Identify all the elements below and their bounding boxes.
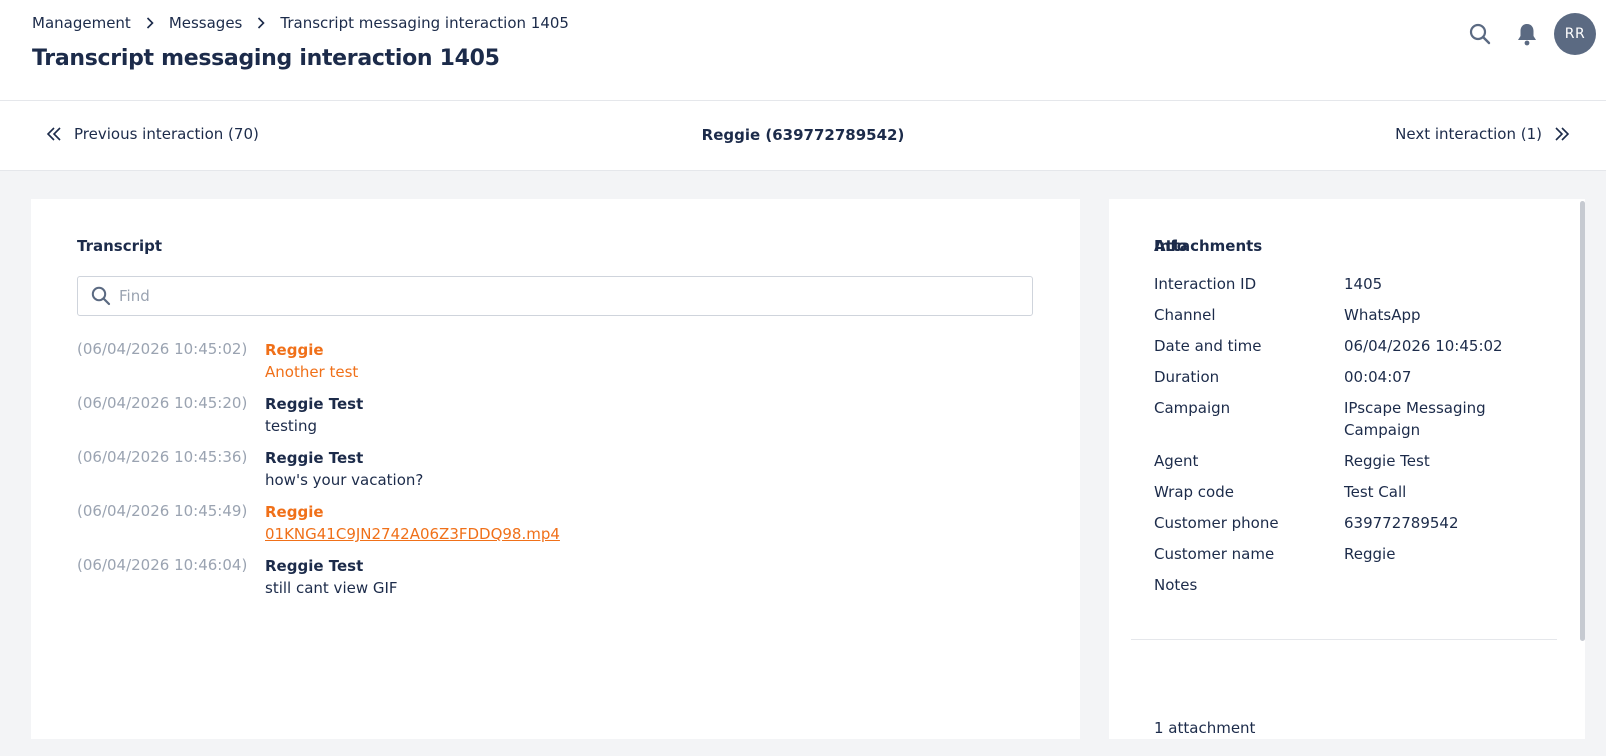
- message-timestamp: (06/04/2026 10:45:20): [77, 394, 248, 412]
- attachments-title: Attachments: [1154, 237, 1263, 255]
- search-icon[interactable]: [1460, 14, 1500, 54]
- breadcrumb-current: Transcript messaging interaction 1405: [280, 14, 569, 32]
- info-value: [1344, 574, 1544, 596]
- message-row: (06/04/2026 10:45:36) Reggie Test how's …: [77, 447, 1037, 501]
- info-value: IPscape Messaging Campaign: [1344, 399, 1486, 439]
- info-value: 00:04:07: [1344, 368, 1412, 386]
- info-label: Duration: [1154, 368, 1220, 386]
- info-value: 639772789542: [1344, 514, 1459, 532]
- chevron-right-icon: [250, 15, 272, 31]
- info-value: Reggie Test: [1344, 452, 1430, 470]
- message-sender: Reggie Test: [265, 395, 364, 413]
- info-label: Notes: [1154, 576, 1198, 594]
- transcript-panel: Transcript (06/04/2026 10:45:02) Reggie …: [31, 199, 1080, 739]
- message-row: (06/04/2026 10:46:04) Reggie Test still …: [77, 555, 1037, 609]
- info-row-interaction-id: Interaction ID 1405: [1154, 273, 1554, 295]
- message-text: Another test: [265, 363, 359, 381]
- message-timestamp: (06/04/2026 10:45:49): [77, 502, 248, 520]
- previous-interaction-button[interactable]: Previous interaction (70): [46, 125, 259, 143]
- info-row-notes: Notes: [1154, 574, 1554, 596]
- info-label: Customer name: [1154, 545, 1275, 563]
- info-row-campaign: Campaign IPscape Messaging Campaign: [1154, 397, 1554, 441]
- info-label: Date and time: [1154, 337, 1262, 355]
- message-sender: Reggie Test: [265, 557, 364, 575]
- info-value: WhatsApp: [1344, 306, 1421, 324]
- message-text: testing: [265, 417, 318, 435]
- info-value: Reggie: [1344, 545, 1396, 563]
- message-list: (06/04/2026 10:45:02) Reggie Another tes…: [77, 339, 1037, 609]
- message-row: (06/04/2026 10:45:49) Reggie 01KNG41C9JN…: [77, 501, 1037, 555]
- previous-interaction-label: Previous interaction (70): [74, 125, 259, 143]
- info-row-channel: Channel WhatsApp: [1154, 304, 1554, 326]
- info-value: Test Call: [1344, 483, 1407, 501]
- next-interaction-button[interactable]: Next interaction (1): [1395, 125, 1570, 143]
- info-label: Agent: [1154, 452, 1199, 470]
- message-row: (06/04/2026 10:45:20) Reggie Test testin…: [77, 393, 1037, 447]
- info-row-customer-phone: Customer phone 639772789542: [1154, 512, 1554, 534]
- message-timestamp: (06/04/2026 10:45:02): [77, 340, 248, 358]
- message-timestamp: (06/04/2026 10:46:04): [77, 556, 248, 574]
- find-input[interactable]: [119, 287, 1019, 305]
- info-row-date-time: Date and time 06/04/2026 10:45:02: [1154, 335, 1554, 357]
- message-row: (06/04/2026 10:45:02) Reggie Another tes…: [77, 339, 1037, 393]
- info-label: Customer phone: [1154, 514, 1279, 532]
- info-row-wrap-code: Wrap code Test Call: [1154, 481, 1554, 503]
- info-row-agent: Agent Reggie Test: [1154, 450, 1554, 472]
- message-text: how's your vacation?: [265, 471, 424, 489]
- chevron-right-icon: [139, 15, 161, 31]
- page-title: Transcript messaging interaction 1405: [32, 46, 500, 71]
- find-box: [77, 276, 1033, 316]
- interaction-navbar: Previous interaction (70) Reggie (639772…: [0, 101, 1606, 171]
- info-value: 06/04/2026 10:45:02: [1344, 337, 1503, 355]
- info-value: 1405: [1344, 275, 1383, 293]
- info-label: Wrap code: [1154, 483, 1234, 501]
- info-row-customer-name: Customer name Reggie: [1154, 543, 1554, 565]
- info-panel: Info Interaction ID 1405 Channel WhatsAp…: [1109, 199, 1585, 739]
- search-icon: [91, 286, 111, 306]
- info-label: Campaign: [1154, 399, 1231, 417]
- double-chevron-left-icon: [46, 127, 61, 141]
- info-list: Interaction ID 1405 Channel WhatsApp Dat…: [1154, 273, 1554, 605]
- avatar[interactable]: RR: [1554, 13, 1596, 55]
- message-sender: Reggie Test: [265, 449, 364, 467]
- message-timestamp: (06/04/2026 10:45:36): [77, 448, 248, 466]
- info-label: Channel: [1154, 306, 1216, 324]
- info-label: Interaction ID: [1154, 275, 1257, 293]
- page-header: Management Messages Transcript messaging…: [0, 0, 1606, 101]
- info-scrollbar-thumb[interactable]: [1580, 201, 1585, 641]
- bell-icon[interactable]: [1507, 14, 1547, 54]
- transcript-title: Transcript: [77, 237, 163, 255]
- attachments-count: 1 attachment: [1154, 719, 1256, 737]
- divider: [1131, 639, 1557, 640]
- breadcrumb-management[interactable]: Management: [32, 14, 131, 32]
- message-sender: Reggie: [265, 341, 324, 359]
- message-text: still cant view GIF: [265, 579, 398, 597]
- attachment-link[interactable]: 01KNG41C9JN2742A06Z3FDDQ98.mp4: [265, 525, 560, 543]
- breadcrumb-messages[interactable]: Messages: [169, 14, 243, 32]
- next-interaction-label: Next interaction (1): [1395, 125, 1542, 143]
- info-row-duration: Duration 00:04:07: [1154, 366, 1554, 388]
- breadcrumb: Management Messages Transcript messaging…: [32, 14, 569, 32]
- header-actions: RR: [1460, 13, 1596, 55]
- message-sender: Reggie: [265, 503, 324, 521]
- double-chevron-right-icon: [1555, 127, 1570, 141]
